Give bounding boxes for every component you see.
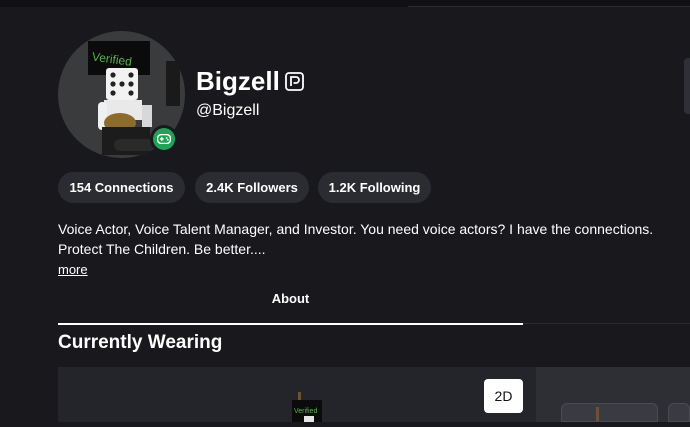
followers-button[interactable]: 2.4K Followers [195, 172, 309, 203]
wearing-item-thumbnail[interactable] [668, 403, 690, 422]
avatar-preview-figure: Verified [284, 382, 334, 422]
wearing-item-thumbnail[interactable] [561, 403, 658, 422]
connections-button[interactable]: 154 Connections [58, 172, 185, 203]
premium-icon [285, 72, 304, 91]
username: @Bigzell [196, 102, 260, 119]
following-button[interactable]: 1.2K Following [318, 172, 431, 203]
tab-about-label: About [271, 291, 310, 306]
currently-wearing-title: Currently Wearing [58, 332, 223, 353]
tab-active-indicator [58, 323, 523, 325]
bio-more-link[interactable]: more [58, 261, 88, 279]
top-bar [0, 0, 690, 7]
connections-label: 154 Connections [69, 180, 174, 195]
view-2d-toggle-button[interactable]: 2D [484, 379, 523, 413]
side-panel-edge[interactable] [684, 58, 690, 114]
gamepad-icon [153, 128, 175, 150]
bio-text: Voice Actor, Voice Talent Manager, and I… [58, 221, 654, 257]
presence-badge [150, 125, 178, 153]
following-label: 1.2K Following [328, 180, 421, 195]
avatar[interactable]: Verified [58, 31, 185, 158]
tab-divider [523, 323, 690, 324]
followers-label: 2.4K Followers [206, 180, 298, 195]
top-bar-divider [408, 0, 690, 7]
avatar-preview-sign-text: Verified [294, 408, 317, 415]
display-name: Bigzell [196, 66, 280, 96]
tab-about[interactable]: About [58, 290, 523, 326]
